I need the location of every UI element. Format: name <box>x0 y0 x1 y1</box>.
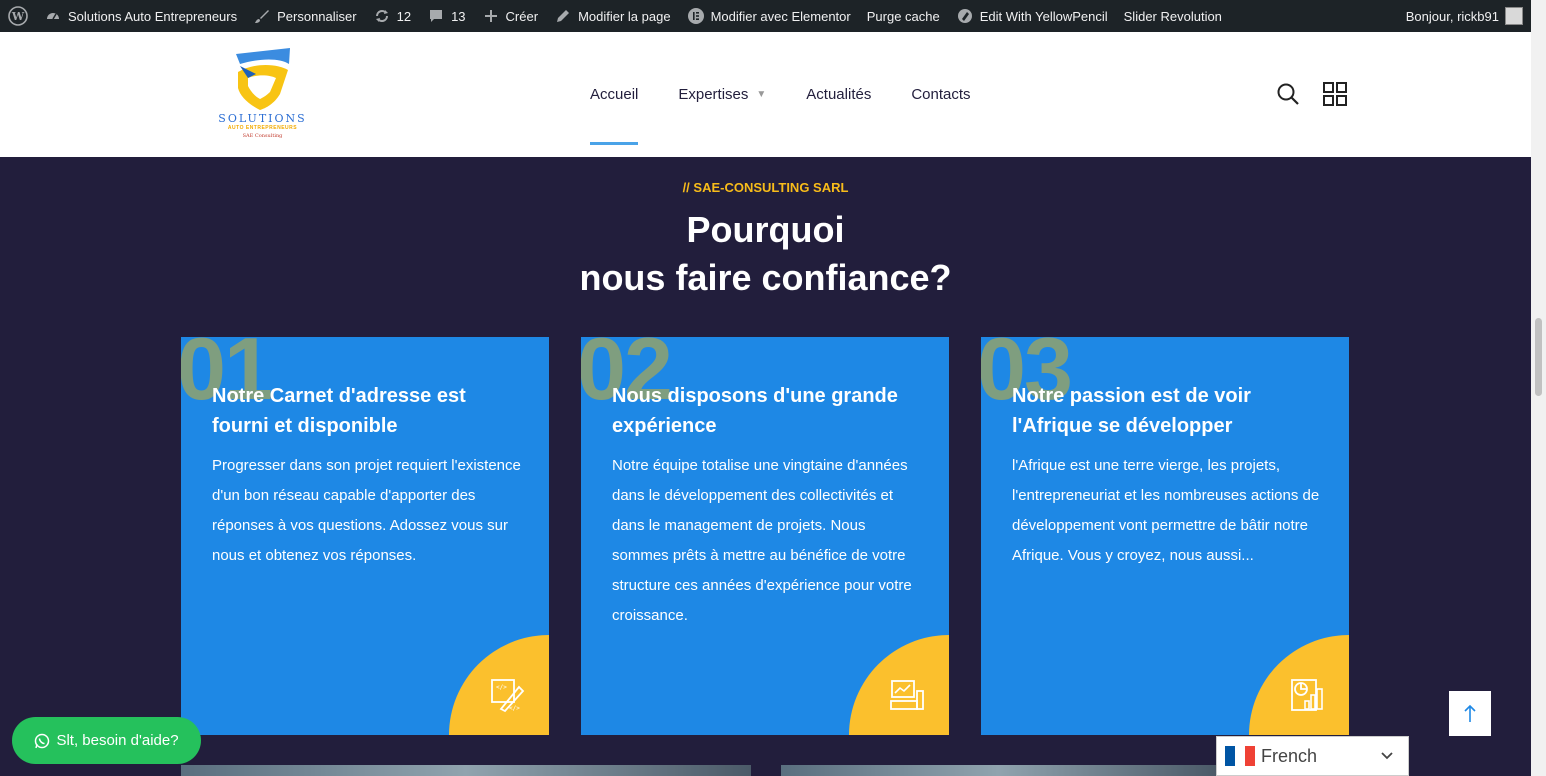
card-text: l'Afrique est une terre vierge, les proj… <box>1012 457 1320 564</box>
card-text: Notre équipe totalise une vingtaine d'an… <box>612 457 912 624</box>
logo-tagline: AUTO ENTREPRENEURS <box>227 125 298 131</box>
logo-wordmark: SOLUTIONS <box>218 112 307 125</box>
section-image-2 <box>781 765 1216 776</box>
scrollbar-thumb[interactable] <box>1535 318 1542 396</box>
admin-purge-cache[interactable]: Purge cache <box>859 0 948 32</box>
dashboard-icon <box>44 7 62 25</box>
elementor-icon <box>687 7 705 25</box>
language-select[interactable]: French <box>1216 736 1409 776</box>
admin-comments[interactable]: 13 <box>419 0 473 32</box>
wordpress-logo[interactable]: W <box>0 0 36 32</box>
computer-chart-icon <box>890 680 924 710</box>
admin-new[interactable]: Créer <box>474 0 547 32</box>
nav-actualites[interactable]: Actualités <box>806 32 871 157</box>
back-to-top-button[interactable] <box>1449 691 1491 736</box>
french-flag-icon <box>1225 746 1255 766</box>
avatar <box>1505 7 1523 25</box>
arrow-up-icon <box>1464 704 1476 722</box>
search-icon <box>1277 83 1299 105</box>
feature-card-3: 03 Notre passion est de voir l'Afrique s… <box>981 337 1349 735</box>
svg-text:W: W <box>11 10 25 23</box>
whatsapp-button[interactable]: Slt, besoin d'aide? <box>12 717 201 764</box>
yellowpencil-icon <box>956 7 974 25</box>
admin-site-name[interactable]: Solutions Auto Entrepreneurs <box>36 0 245 32</box>
nav-contacts[interactable]: Contacts <box>911 32 970 157</box>
card-title: Nous disposons d'une grande expérience <box>612 385 898 437</box>
admin-updates[interactable]: 12 <box>365 0 419 32</box>
admin-account[interactable]: Bonjour, rickb91 <box>1406 7 1531 25</box>
feature-card-2: 02 Nous disposons d'une grande expérienc… <box>581 337 949 735</box>
admin-yellowpencil[interactable]: Edit With YellowPencil <box>948 0 1116 32</box>
plus-icon <box>482 7 500 25</box>
report-chart-icon <box>1291 679 1323 711</box>
search-button[interactable] <box>1276 82 1300 106</box>
admin-customize[interactable]: Personnaliser <box>245 0 365 32</box>
section-title: Pourquoi nous faire confiance? <box>579 209 952 298</box>
pencil-icon <box>554 7 572 25</box>
caret-down-icon: ▼ <box>756 89 767 100</box>
refresh-icon <box>373 7 391 25</box>
admin-edit-page[interactable]: Modifier la page <box>546 0 679 32</box>
code-pencil-icon: </> </> <box>491 679 525 713</box>
card-title: Notre passion est de voir l'Afrique se d… <box>1012 385 1251 437</box>
comment-icon <box>427 7 445 25</box>
nav-expertises[interactable]: Expertises ▼ <box>678 32 766 157</box>
menu-grid-button[interactable] <box>1323 82 1347 106</box>
shield-logo-icon <box>236 48 290 110</box>
feature-card-1: 01 Notre Carnet d'adresse est fourni et … <box>181 337 549 735</box>
admin-slider-revolution[interactable]: Slider Revolution <box>1116 0 1230 32</box>
card-text: Progresser dans son projet requiert l'ex… <box>212 457 521 564</box>
svg-text:</>: </> <box>509 705 520 712</box>
page-scrollbar[interactable] <box>1531 0 1546 776</box>
nav-accueil[interactable]: Accueil <box>590 32 639 157</box>
whatsapp-icon <box>35 733 50 748</box>
svg-text:</>: </> <box>496 684 507 691</box>
section-image-1 <box>181 765 751 776</box>
main-nav: Accueil Expertises ▼ Actualités Contacts <box>590 32 1011 157</box>
section-eyebrow: // SAE-CONSULTING SARL <box>682 180 849 195</box>
admin-bar: W Solutions Auto Entrepreneurs Personnal… <box>0 0 1531 32</box>
site-logo[interactable]: SOLUTIONS AUTO ENTREPRENEURS SAE Consult… <box>210 44 315 144</box>
site-header: SOLUTIONS AUTO ENTREPRENEURS SAE Consult… <box>0 32 1531 157</box>
wordpress-icon: W <box>8 6 28 26</box>
chevron-down-icon <box>1380 748 1394 764</box>
logo-subtitle: SAE Consulting <box>242 133 283 139</box>
brush-icon <box>253 7 271 25</box>
admin-elementor[interactable]: Modifier avec Elementor <box>679 0 859 32</box>
card-title: Notre Carnet d'adresse est fourni et dis… <box>212 385 466 437</box>
grid-icon <box>1323 82 1347 106</box>
